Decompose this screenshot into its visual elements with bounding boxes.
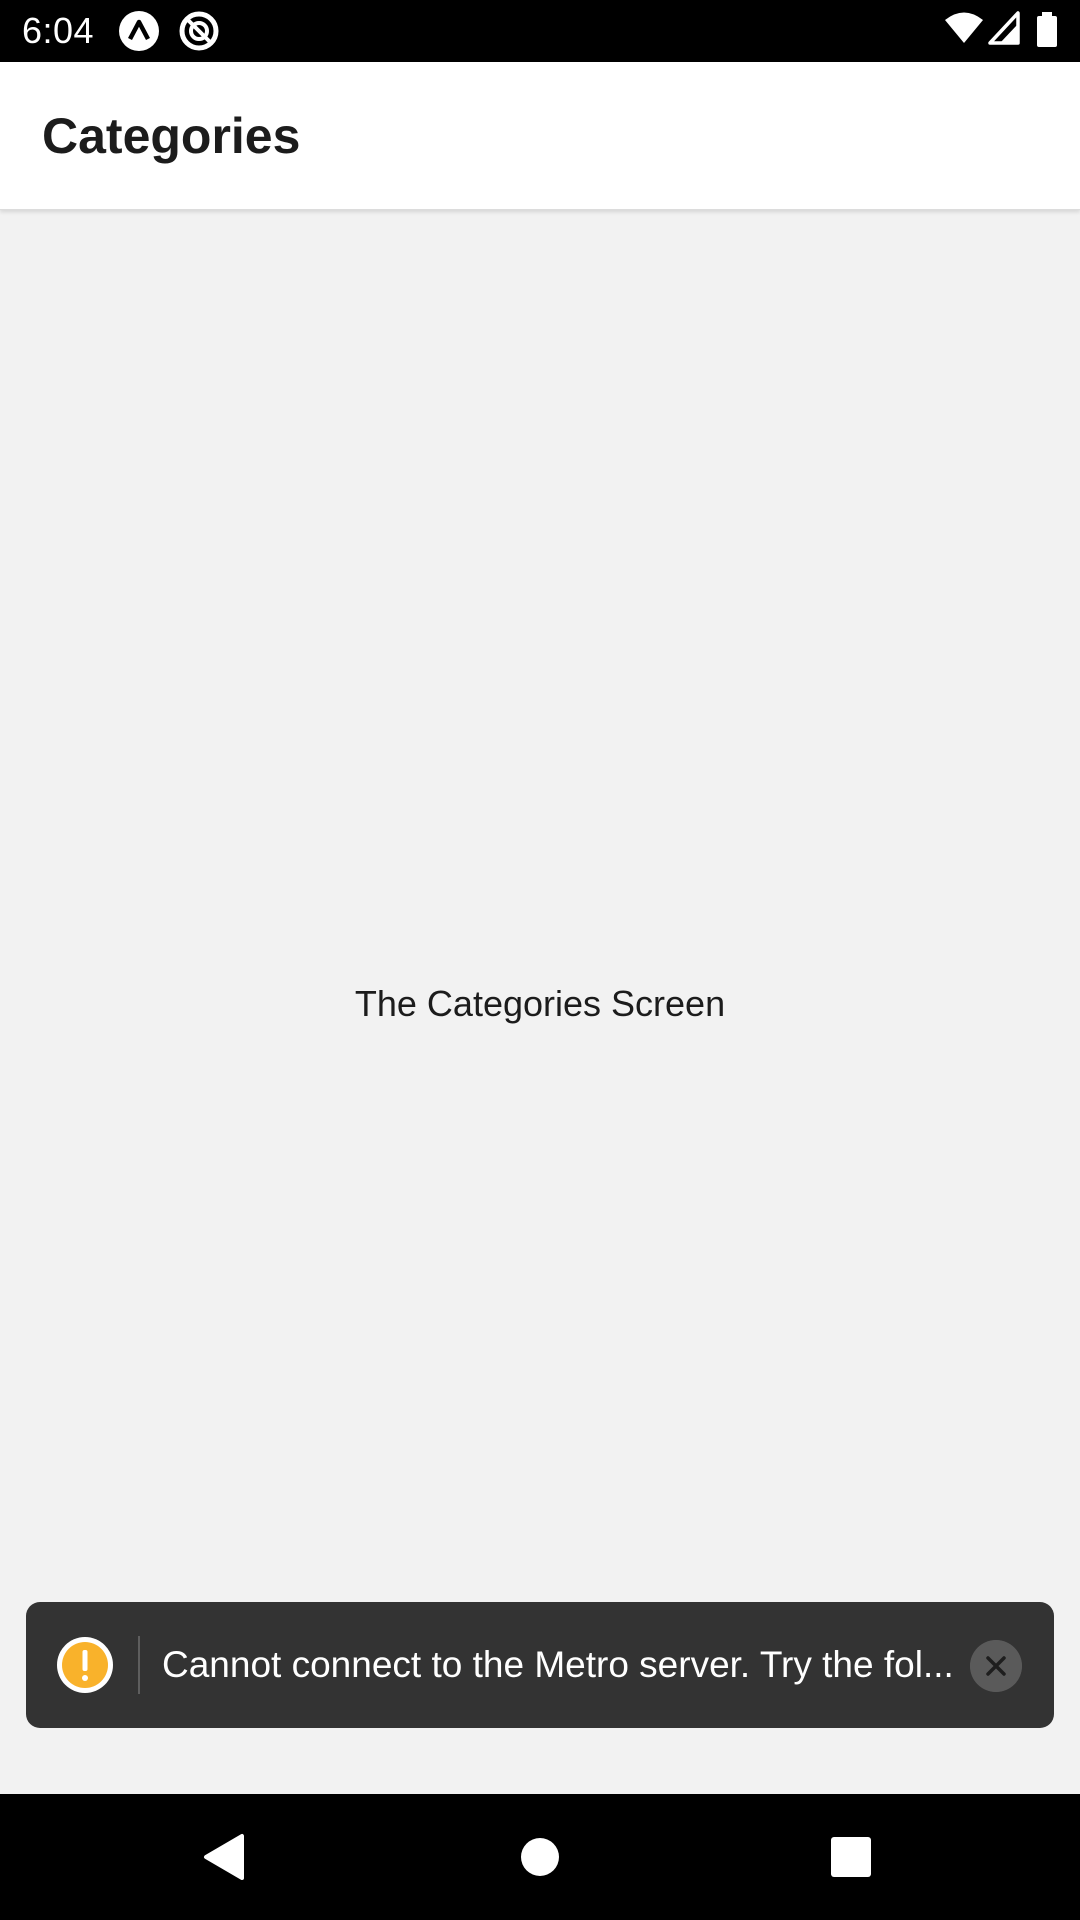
page-title: Categories — [42, 108, 301, 164]
back-icon[interactable] — [192, 1824, 258, 1890]
app-header: Categories — [0, 62, 1080, 210]
recents-icon[interactable] — [818, 1824, 884, 1890]
status-bar: 6:04 — [0, 0, 1080, 62]
app-a-icon — [119, 11, 159, 51]
close-icon[interactable] — [970, 1640, 1022, 1692]
battery-icon — [1037, 12, 1057, 47]
warning-icon — [57, 1637, 113, 1693]
status-time: 6:04 — [22, 10, 95, 51]
screen-label: The Categories Screen — [354, 983, 726, 1024]
navigation-bar — [0, 1794, 1080, 1920]
cellular-signal-icon — [988, 11, 1020, 45]
device-screen: 6:04 Categories The Categories Screen Ca… — [0, 0, 1080, 1920]
toast-divider — [138, 1636, 140, 1694]
toast-message[interactable]: Cannot connect to the Metro server. Try … — [162, 1642, 980, 1688]
wifi-icon — [945, 12, 983, 43]
no-sync-icon — [179, 11, 219, 51]
home-icon[interactable] — [507, 1824, 573, 1890]
categories-screen-content: The Categories Screen — [0, 210, 1080, 1794]
metro-warning-toast[interactable]: Cannot connect to the Metro server. Try … — [26, 1602, 1054, 1728]
